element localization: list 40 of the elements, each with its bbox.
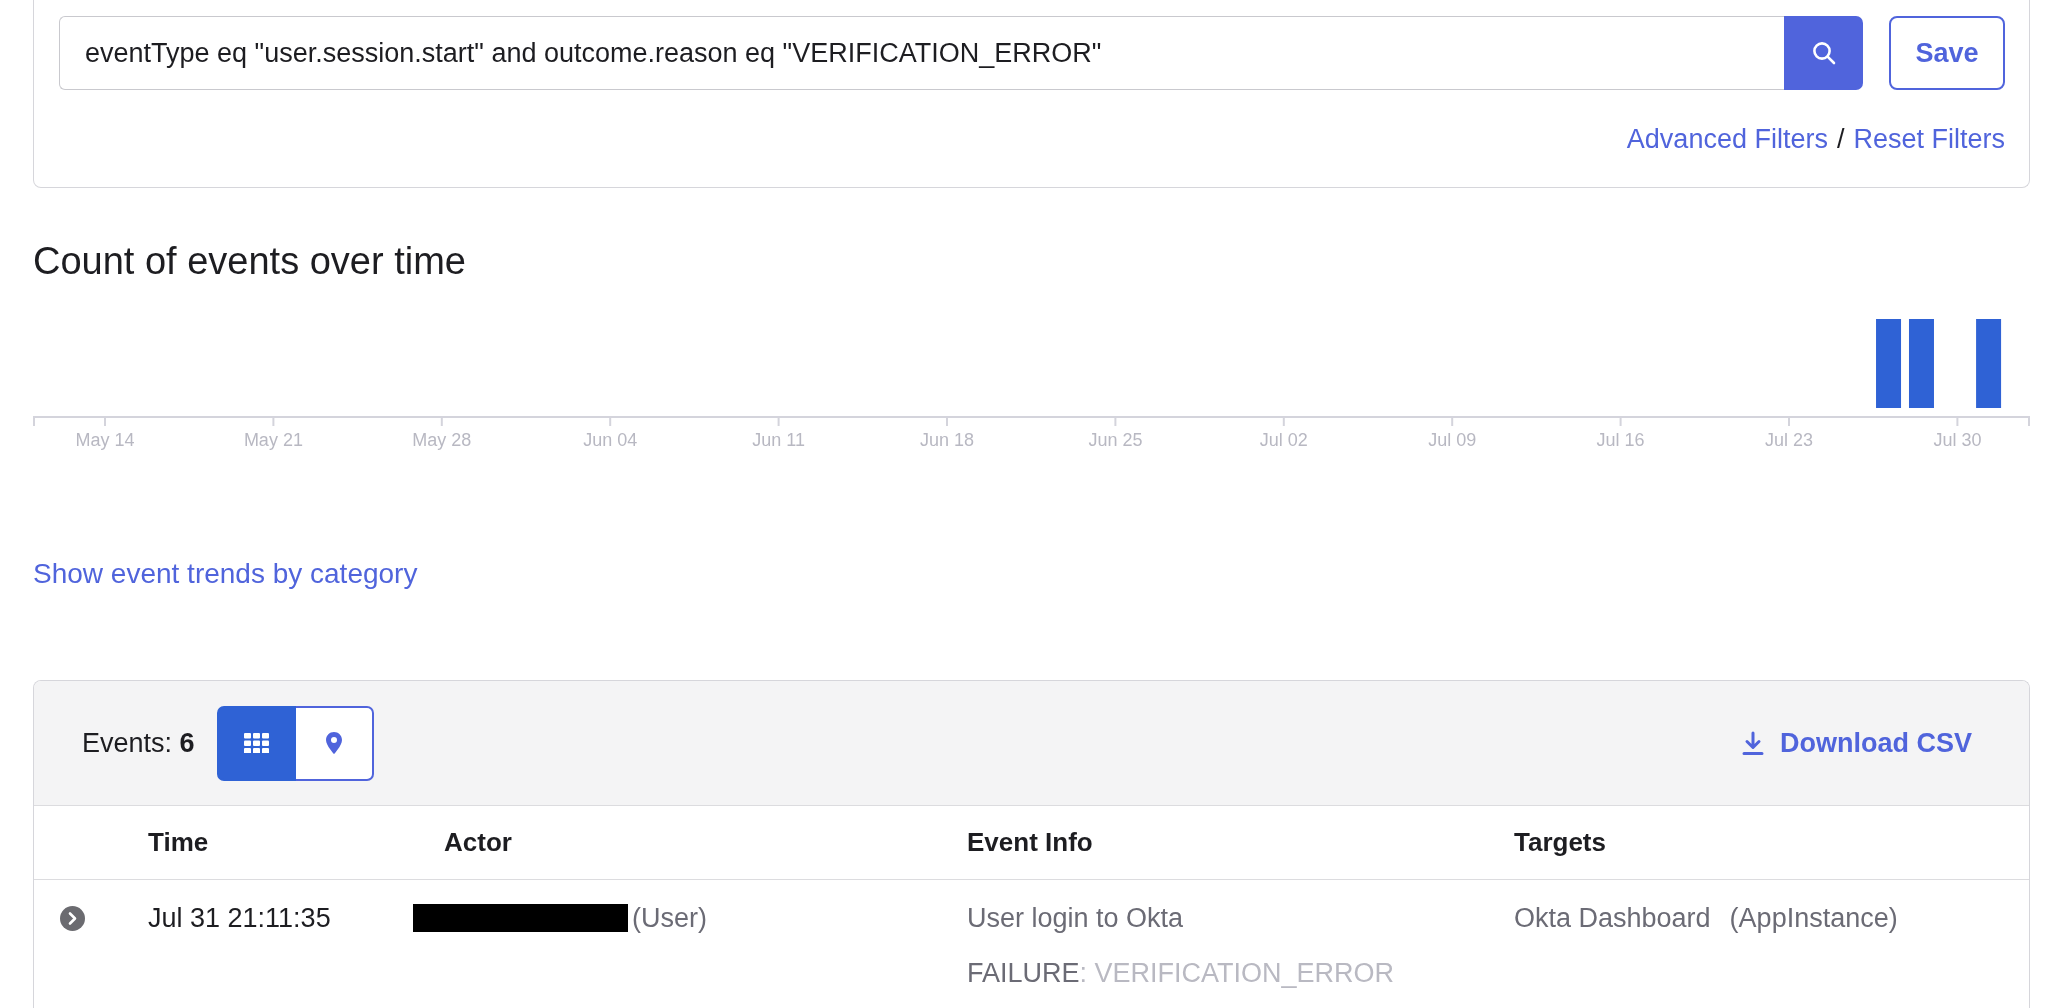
- column-header: Event Info: [967, 827, 1093, 858]
- outcome-label: FAILURE: [967, 957, 1080, 990]
- events-count: Events: 6: [82, 727, 195, 760]
- column-header: Targets: [1514, 827, 1606, 858]
- filter-link[interactable]: Advanced Filters: [1626, 123, 1828, 155]
- axis-label: Jun 18: [920, 429, 974, 450]
- target-name: Okta Dashboard: [1514, 902, 1711, 935]
- search-button[interactable]: [1784, 16, 1863, 90]
- search-icon: [1811, 41, 1836, 65]
- axis-label: Jun 11: [752, 429, 805, 450]
- map-pin-icon: [325, 732, 342, 754]
- axis-label: Jul 16: [1596, 429, 1645, 450]
- axis-label: Jul 02: [1259, 429, 1308, 450]
- save-button[interactable]: Save: [1889, 16, 2005, 90]
- event-title: User login to Okta: [967, 902, 1184, 935]
- query-field[interactable]: eventType eq "user.session.start" and outcome.reason eq "VERIFICATION_ERROR": [59, 16, 1784, 90]
- download-icon: [1742, 731, 1764, 755]
- axis-label: Jul 30: [1933, 429, 1982, 450]
- axis-label: May 14: [75, 429, 135, 450]
- grid-icon: [243, 732, 269, 754]
- outcome-reason: : VERIFICATION_ERROR: [1079, 957, 1395, 990]
- column-header: Actor: [444, 827, 512, 858]
- actor-type: (User): [632, 902, 707, 935]
- target-type: (AppInstance): [1729, 902, 1898, 935]
- filter-link[interactable]: Reset Filters: [1853, 123, 2005, 155]
- grid-view-button[interactable]: [216, 705, 296, 781]
- column-header: Time: [148, 827, 209, 858]
- download-csv-button[interactable]: Download CSV: [1742, 726, 1972, 760]
- axis-label: May 21: [243, 429, 303, 450]
- chart-title: Count of events over time: [33, 239, 467, 284]
- link-separator: /: [1836, 123, 1845, 155]
- axis-label: Jun 25: [1088, 429, 1143, 450]
- map-view-button[interactable]: [295, 705, 374, 781]
- axis-label: Jul 23: [1765, 429, 1813, 450]
- axis-label: Jun 04: [583, 429, 638, 450]
- axis-label: May 28: [412, 429, 472, 450]
- expand-icon[interactable]: [60, 905, 85, 931]
- axis-label: Jul 09: [1428, 429, 1477, 450]
- event-time: Jul 31 21:11:35: [148, 902, 331, 935]
- trends-link[interactable]: Show event trends by category: [33, 557, 418, 591]
